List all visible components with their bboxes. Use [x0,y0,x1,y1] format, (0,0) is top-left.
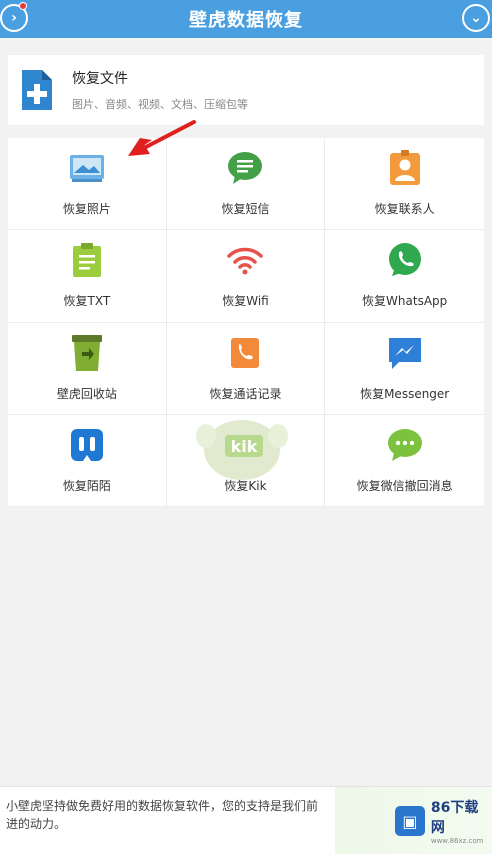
grid-item-recycle-bin[interactable]: 壁虎回收站 [8,322,167,415]
grid-item-label: 恢复TXT [63,294,111,309]
footer-message: 小壁虎坚持做免费好用的数据恢复软件，您的支持是我们前进的动力。 [6,799,319,831]
grid-item-label: 恢复陌陌 [62,478,111,493]
grid-item-label: 恢复Wifi [222,294,269,309]
app-header: › 壁虎数据恢复 ⌄ [0,0,492,38]
grid-item-label: 恢复短信 [221,202,270,217]
grid-item-label: 恢复照片 [62,202,111,217]
more-button[interactable]: ⌄ [462,4,490,32]
mascot-watermark: kik [196,420,288,480]
call-log-icon [227,335,263,371]
wifi-icon [227,242,264,278]
grid-item-label: 恢复通话记录 [209,386,282,401]
page-title: 壁虎数据恢复 [189,10,303,31]
svg-text:kik: kik [231,437,258,456]
logo-name: 86下载网 [430,800,479,836]
grid-item-txt[interactable]: 恢复TXT [8,230,167,323]
grid-item-whatsapp[interactable]: 恢复WhatsApp [325,230,484,323]
chevron-down-icon: ⌄ [470,10,482,26]
messenger-icon [387,335,423,371]
momo-icon [69,427,105,463]
file-add-icon [20,68,54,112]
grid-item-label: 恢复WhatsApp [362,294,448,309]
grid-item-label: 壁虎回收站 [56,386,117,401]
grid-item-call-log[interactable]: 恢复通话记录 [166,322,326,415]
chevron-right-icon: › [11,10,17,26]
red-arrow-annotation [128,120,196,156]
grid-item-momo[interactable]: 恢复陌陌 [8,414,167,507]
recover-files-card[interactable]: 恢复文件 图片、音频、视频、文档、压缩包等 [8,55,484,125]
grid-item-label: 恢复Messenger [360,386,450,401]
grid-item-wechat[interactable]: 恢复微信撤回消息 [325,415,484,507]
footer: 小壁虎坚持做免费好用的数据恢复软件，您的支持是我们前进的动力。 ▣ 86下载网 … [0,786,492,854]
grid-item-wifi[interactable]: 恢复Wifi [166,230,326,323]
site-logo: ▣ 86下载网 www.86xz.com [335,787,492,854]
logo-url: www.86xz.com [430,837,484,845]
sms-icon [227,150,263,186]
photo-icon [69,150,105,186]
logo-mark-icon: ▣ [395,806,425,836]
recycle-bin-icon [69,334,105,371]
notification-dot [19,2,27,10]
recover-files-subtitle: 图片、音频、视频、文档、压缩包等 [72,98,248,111]
recover-files-title: 恢复文件 [72,71,128,87]
whatsapp-icon [387,242,423,278]
grid-item-messenger[interactable]: 恢复Messenger [325,323,484,415]
txt-icon [69,242,105,278]
wechat-icon [387,427,423,463]
grid-item-contacts[interactable]: 恢复联系人 [325,138,484,231]
grid-item-label: 恢复联系人 [374,202,435,217]
grid-item-label: 恢复微信撤回消息 [356,478,453,493]
contacts-icon [387,150,423,186]
